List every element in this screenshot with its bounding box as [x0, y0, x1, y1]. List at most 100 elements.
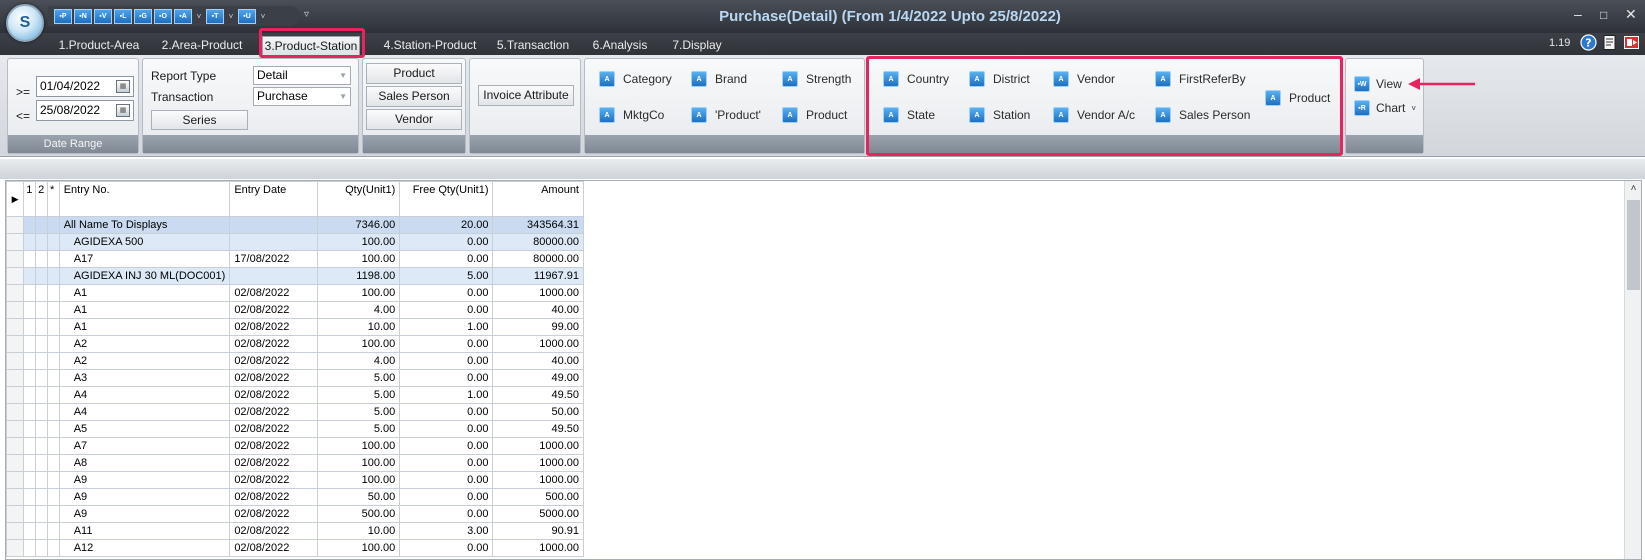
column-header-amount[interactable]: Amount [492, 181, 584, 217]
table-row[interactable]: A2 02/08/2022 100.00 0.00 1000.00 [6, 335, 584, 353]
calendar-icon[interactable]: ▦ [116, 80, 130, 93]
column-header-1[interactable]: 1 [23, 181, 37, 217]
brand-button[interactable]: A Brand [691, 69, 747, 89]
scrollbar-thumb[interactable] [1627, 200, 1640, 290]
table-row[interactable]: A17 17/08/2022 100.00 0.00 80000.00 [6, 250, 584, 268]
chevron-down-icon[interactable]: ˅ [258, 12, 268, 21]
column-header-entry-date[interactable]: Entry Date [229, 181, 319, 217]
qat-customize-icon[interactable]: ▿ [304, 9, 309, 20]
tab-analysis[interactable]: 6.Analysis [590, 36, 650, 55]
table-row[interactable]: A9 02/08/2022 100.00 0.00 1000.00 [6, 471, 584, 489]
table-row[interactable]: A4 02/08/2022 5.00 0.00 50.00 [6, 403, 584, 421]
tab-transaction[interactable]: 5.Transaction [495, 36, 571, 55]
chevron-down-icon[interactable]: ˅ [226, 12, 236, 21]
v-icon[interactable]: ▪V [94, 8, 112, 24]
o-icon[interactable]: ▪O [154, 8, 172, 24]
first-refer-by-button[interactable]: A FirstReferBy [1155, 69, 1246, 89]
p-icon[interactable]: ▪P [54, 8, 72, 24]
t-icon[interactable]: ▪T [206, 8, 224, 24]
station-button[interactable]: A Station [969, 105, 1030, 125]
mktgco-button[interactable]: A MktgCo [599, 105, 664, 125]
svg-text:?: ? [1585, 37, 1591, 50]
district-button[interactable]: A District [969, 69, 1030, 89]
table-row[interactable]: A12 02/08/2022 100.00 0.00 1000.00 [6, 539, 584, 557]
column-header-entry-no[interactable]: Entry No. [58, 181, 231, 217]
table-row[interactable]: A11 02/08/2022 10.00 3.00 90.91 [6, 522, 584, 540]
row-marker-header[interactable]: ▶ [6, 181, 25, 217]
product-station-button[interactable]: A Product [1265, 88, 1330, 108]
series-button[interactable]: Series [151, 110, 248, 130]
level-cell-1 [23, 369, 37, 387]
minimize-icon[interactable]: – [1574, 6, 1582, 22]
maximize-icon[interactable]: □ [1600, 8, 1607, 22]
app-logo[interactable]: S [6, 4, 44, 42]
state-button[interactable]: A State [883, 105, 935, 125]
scroll-up-icon[interactable]: ˄ [1625, 183, 1641, 194]
table-row[interactable]: A8 02/08/2022 100.00 0.00 1000.00 [6, 454, 584, 472]
table-row[interactable]: A7 02/08/2022 100.00 0.00 1000.00 [6, 437, 584, 455]
tab-station-product[interactable]: 4.Station-Product [380, 36, 480, 55]
table-row[interactable]: A1 02/08/2022 10.00 1.00 99.00 [6, 318, 584, 336]
chevron-down-icon[interactable]: ˅ [194, 12, 204, 21]
free-qty-cell: 0.00 [399, 488, 494, 506]
country-button[interactable]: A Country [883, 69, 949, 89]
table-row[interactable]: A5 02/08/2022 5.00 0.00 49.50 [6, 420, 584, 438]
column-header-2[interactable]: 2 [35, 181, 48, 217]
table-row[interactable]: AGIDEXA 500 100.00 0.00 80000.00 [6, 233, 584, 251]
invoice-attribute-button[interactable]: Invoice Attribute [478, 85, 574, 106]
from-date-field[interactable]: 01/04/2022 ▦ [36, 76, 134, 97]
strength-icon: A [782, 71, 798, 87]
vendor-ac-label: Vendor A/c [1077, 108, 1136, 122]
a-icon[interactable]: ▪A [174, 8, 192, 24]
report-type-select[interactable]: Detail ▼ [253, 66, 351, 85]
sales-person-filter-button[interactable]: Sales Person [366, 86, 462, 107]
level-cell-2 [35, 437, 48, 455]
tab-product-station[interactable]: 3.Product-Station [262, 36, 360, 55]
table-row[interactable]: A9 02/08/2022 500.00 0.00 5000.00 [6, 505, 584, 523]
close-icon[interactable]: ✕ [1625, 6, 1637, 23]
report-grid[interactable]: ▶ 1 2 * Entry No. Entry Date Qty(Unit1) … [5, 180, 1642, 560]
transaction-select[interactable]: Purchase ▼ [253, 87, 351, 106]
entry-date-cell: 02/08/2022 [229, 420, 319, 438]
qty-cell: 500.00 [317, 505, 401, 523]
g-icon[interactable]: ▪G [134, 8, 152, 24]
l-icon[interactable]: ▪L [114, 8, 132, 24]
vendor-attr-button[interactable]: A Vendor [1053, 69, 1115, 89]
tab-product-area[interactable]: 1.Product-Area [58, 36, 140, 55]
table-row[interactable]: A1 02/08/2022 100.00 0.00 1000.00 [6, 284, 584, 302]
strength-button[interactable]: A Strength [782, 69, 851, 89]
sales-person-attr-button[interactable]: A Sales Person [1155, 105, 1250, 125]
document-icon[interactable] [1601, 34, 1618, 51]
n-icon[interactable]: ▪N [74, 8, 92, 24]
to-date-field[interactable]: 25/08/2022 ▦ [36, 100, 134, 121]
calendar-icon[interactable]: ▦ [116, 104, 130, 117]
ribbon: >= 01/04/2022 ▦ <= 25/08/2022 ▦ Date Ran… [0, 55, 1645, 157]
table-row[interactable]: A4 02/08/2022 5.00 1.00 49.50 [6, 386, 584, 404]
table-row[interactable]: A2 02/08/2022 4.00 0.00 40.00 [6, 352, 584, 370]
vendor-ac-button[interactable]: A Vendor A/c [1053, 105, 1135, 125]
table-row[interactable]: AGIDEXA INJ 30 ML(DOC001) 1198.00 5.00 1196… [6, 267, 584, 285]
column-header-qty[interactable]: Qty(Unit1) [317, 181, 401, 217]
column-header-free-qty[interactable]: Free Qty(Unit1) [399, 181, 494, 217]
table-row[interactable]: All Name To Displays 7346.00 20.00 343564.3… [6, 216, 584, 234]
product-attribute-button[interactable]: A Product [782, 105, 847, 125]
table-row[interactable]: A1 02/08/2022 4.00 0.00 40.00 [6, 301, 584, 319]
vendor-filter-button[interactable]: Vendor [366, 109, 462, 130]
brand-label: Brand [715, 72, 748, 86]
u-icon[interactable]: ▪U [238, 8, 256, 24]
tab-area-product[interactable]: 2.Area-Product [160, 36, 244, 55]
view-button[interactable]: ▪W View [1354, 74, 1402, 94]
help-icon[interactable]: ? [1580, 34, 1597, 51]
category-button[interactable]: A Category [599, 69, 672, 89]
free-qty-cell: 0.00 [399, 539, 494, 557]
exit-icon[interactable] [1623, 34, 1640, 51]
table-row[interactable]: A3 02/08/2022 5.00 0.00 49.00 [6, 369, 584, 387]
product-filter-button[interactable]: Product [366, 63, 462, 84]
entry-date-cell [229, 233, 319, 251]
column-header-star[interactable]: * [46, 181, 60, 217]
product-quoted-button[interactable]: A 'Product' [691, 105, 761, 125]
tab-display[interactable]: 7.Display [670, 36, 724, 55]
chart-button[interactable]: ▪R Chart ˅ [1354, 98, 1416, 118]
table-row[interactable]: A9 02/08/2022 50.00 0.00 500.00 [6, 488, 584, 506]
vertical-scrollbar[interactable]: ˄ [1624, 181, 1641, 559]
